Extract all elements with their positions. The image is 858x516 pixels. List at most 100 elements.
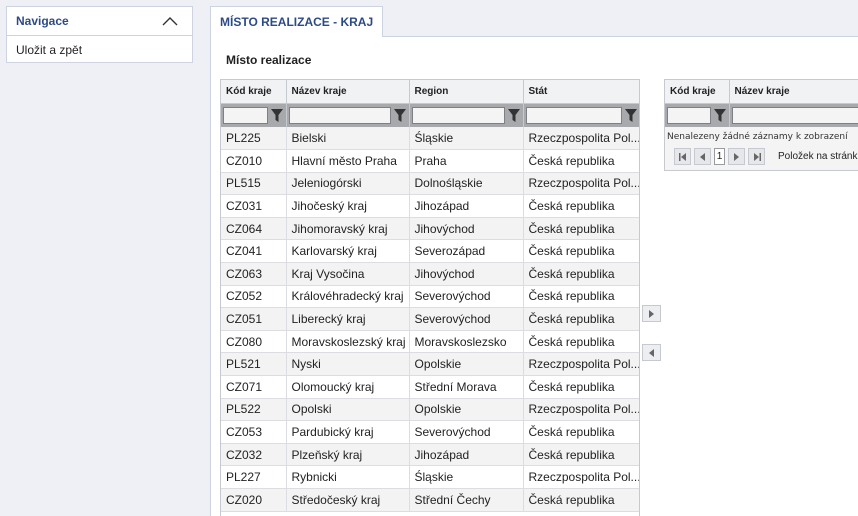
table-row[interactable]: CZ064 Jihomoravský kraj Jihovýchod Česká re…	[221, 217, 639, 241]
cell-region: Jihovýchod	[409, 217, 524, 241]
table-row[interactable]: CZ032 Plzeňský kraj Jihozápad Česká republi…	[221, 443, 639, 467]
cell-region: Dolnośląskie	[409, 172, 524, 196]
cell-nazev: Liberecký kraj	[286, 307, 410, 331]
table-row[interactable]: PL227 Rybnicki Śląskie Rzeczpospolita Pol..…	[221, 465, 639, 489]
cell-kod: CZ051	[221, 307, 287, 331]
cell-stat: Česká republika	[523, 488, 639, 512]
available-regions-rows: PL225 Bielski Śląskie Rzeczpospolita Pol...…	[221, 127, 639, 512]
filter-icon[interactable]	[393, 108, 406, 122]
cell-kod: PL227	[221, 465, 287, 489]
navigation-panel: Navigace Uložit a zpět	[6, 6, 193, 63]
column-header-nazev[interactable]: Název kraje	[729, 80, 858, 104]
filter-row	[665, 103, 858, 127]
empty-message: Nenalezeny žádné záznamy k zobrazení	[667, 132, 848, 142]
section-title: Místo realizace	[226, 53, 312, 67]
cell-nazev: Hlavní město Praha	[286, 149, 410, 173]
cell-nazev: Středočeský kraj	[286, 488, 410, 512]
cell-stat: Česká republika	[523, 285, 639, 309]
cell-region: Severozápad	[409, 239, 524, 264]
next-page-icon	[734, 152, 739, 161]
cell-nazev: Moravskoslezský kraj	[286, 330, 410, 354]
filter-input-stat[interactable]	[525, 106, 622, 124]
column-header-nazev[interactable]: Název kraje	[286, 80, 410, 104]
filter-icon[interactable]	[270, 108, 283, 122]
cell-kod: PL225	[221, 127, 287, 151]
filter-input-region[interactable]	[411, 106, 505, 124]
filter-input-nazev[interactable]	[288, 106, 391, 124]
cell-nazev: Královéhradecký kraj	[286, 285, 410, 309]
filter-icon[interactable]	[624, 108, 637, 122]
table-row[interactable]: CZ041 Karlovarský kraj Severozápad Česká re…	[221, 239, 639, 264]
prev-page-button[interactable]	[694, 148, 711, 165]
table-row[interactable]: CZ063 Kraj Vysočina Jihovýchod Česká republ…	[221, 262, 639, 286]
filter-input-nazev[interactable]	[731, 106, 858, 124]
cell-nazev: Jeleniogórski	[286, 172, 410, 196]
cell-kod: CZ063	[221, 262, 287, 286]
table-row[interactable]: CZ053 Pardubický kraj Severovýchod Česká re…	[221, 420, 639, 444]
cell-stat: Rzeczpospolita Pol...	[523, 172, 639, 196]
cell-region: Střední Čechy	[409, 488, 524, 512]
cell-stat: Rzeczpospolita Pol...	[523, 352, 639, 377]
filter-icon[interactable]	[507, 108, 520, 122]
pager: 1 Položek na stránku	[665, 142, 858, 165]
nav-item-save-back[interactable]: Uložit a zpět	[7, 36, 192, 63]
cell-stat: Rzeczpospolita Pol...	[523, 465, 639, 489]
column-header-stat[interactable]: Stát	[523, 80, 639, 104]
selected-regions-table: Kód kraje Název kraje	[665, 80, 858, 127]
cell-stat: Rzeczpospolita Pol...	[523, 127, 639, 151]
cell-kod: CZ031	[221, 194, 287, 218]
table-row[interactable]: CZ051 Liberecký kraj Severovýchod Česká rep…	[221, 307, 639, 331]
next-page-button[interactable]	[728, 148, 745, 165]
cell-stat: Česká republika	[523, 307, 639, 331]
cell-region: Střední Morava	[409, 375, 524, 399]
cell-nazev: Rybnicki	[286, 465, 410, 489]
table-row[interactable]: PL521 Nyski Opolskie Rzeczpospolita Pol...	[221, 352, 639, 377]
move-right-button[interactable]	[642, 305, 661, 322]
tab-misto-realizace-kraj[interactable]: MÍSTO REALIZACE - KRAJ	[210, 6, 384, 37]
chevron-up-icon[interactable]	[162, 16, 178, 26]
column-header-region[interactable]: Region	[409, 80, 524, 104]
column-header-kod[interactable]: Kód kraje	[665, 80, 730, 104]
cell-region: Severovýchod	[409, 420, 524, 444]
filter-input-kod[interactable]	[223, 106, 268, 124]
table-row[interactable]: CZ071 Olomoucký kraj Střední Morava Česká r…	[221, 375, 639, 399]
cell-kod: CZ041	[221, 239, 287, 264]
cell-nazev: Kraj Vysočina	[286, 262, 410, 286]
move-left-button[interactable]	[642, 344, 661, 361]
navigation-header[interactable]: Navigace	[7, 7, 192, 36]
filter-icon[interactable]	[713, 108, 726, 122]
last-page-button[interactable]	[748, 148, 765, 165]
cell-stat: Česká republika	[523, 443, 639, 467]
page-number-input[interactable]: 1	[714, 148, 725, 165]
cell-kod: CZ052	[221, 285, 287, 309]
cell-region: Jihozápad	[409, 443, 524, 467]
arrow-left-icon	[649, 348, 654, 357]
cell-nazev: Jihomoravský kraj	[286, 217, 410, 241]
cell-nazev: Opolski	[286, 398, 410, 422]
app-root: Navigace Uložit a zpět MÍSTO REALIZACE -…	[0, 0, 858, 516]
table-row[interactable]: PL522 Opolski Opolskie Rzeczpospolita Pol..…	[221, 398, 639, 422]
table-row[interactable]: CZ020 Středočeský kraj Střední Čechy Česká …	[221, 488, 639, 512]
table-row[interactable]: CZ010 Hlavní město Praha Praha Česká republ…	[221, 149, 639, 173]
cell-stat: Česká republika	[523, 330, 639, 354]
table-row[interactable]: CZ080 Moravskoslezský kraj Moravskoslezsko…	[221, 330, 639, 354]
cell-nazev: Plzeňský kraj	[286, 443, 410, 467]
cell-stat: Česká republika	[523, 194, 639, 218]
table-row[interactable]: CZ031 Jihočeský kraj Jihozápad Česká republ…	[221, 194, 639, 218]
cell-region: Śląskie	[409, 465, 524, 489]
table-row[interactable]: CZ052 Královéhradecký kraj Severovýchod Čes…	[221, 285, 639, 309]
cell-kod: CZ071	[221, 375, 287, 399]
cell-region: Praha	[409, 149, 524, 173]
last-page-icon	[753, 152, 761, 161]
table-row[interactable]: PL225 Bielski Śląskie Rzeczpospolita Pol...	[221, 127, 639, 151]
table-row[interactable]: PL515 Jeleniogórski Dolnośląskie Rzeczpospo…	[221, 172, 639, 196]
cell-stat: Česká republika	[523, 239, 639, 264]
first-page-button[interactable]	[674, 148, 691, 165]
filter-input-kod[interactable]	[667, 106, 711, 124]
cell-region: Opolskie	[409, 398, 524, 422]
column-header-kod[interactable]: Kód kraje	[221, 80, 287, 104]
cell-kod: CZ020	[221, 488, 287, 512]
cell-stat: Rzeczpospolita Pol...	[523, 398, 639, 422]
cell-stat: Česká republika	[523, 420, 639, 444]
cell-kod: CZ032	[221, 443, 287, 467]
